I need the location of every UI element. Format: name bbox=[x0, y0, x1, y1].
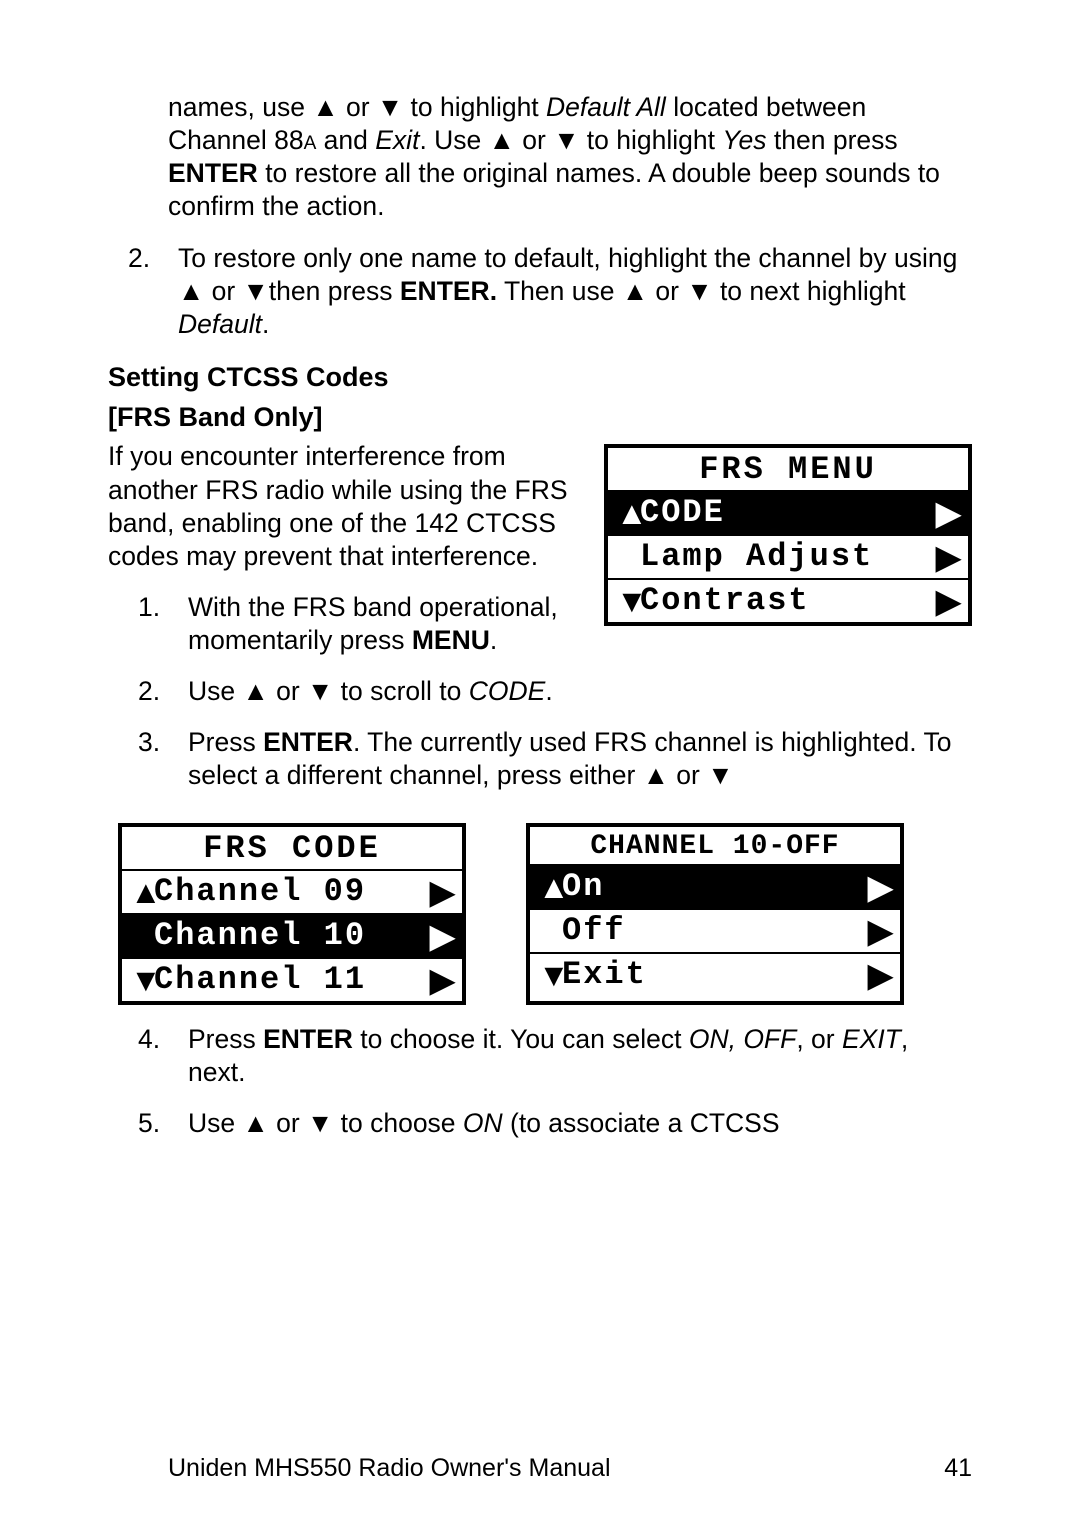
triangle-down-icon: ▼ bbox=[538, 955, 562, 995]
triangle-down-icon: ▼ bbox=[377, 92, 403, 122]
triangle-right-icon: ▶ bbox=[868, 955, 892, 995]
list-number: 3. bbox=[138, 726, 188, 792]
triangle-right-icon: ▶ bbox=[936, 537, 960, 577]
para-1: names, use ▲ or ▼ to highlight Default A… bbox=[168, 91, 972, 224]
list-item-2: 2. To restore only one name to default, … bbox=[108, 242, 972, 341]
triangle-up-icon: ▲ bbox=[178, 276, 204, 306]
menu-row: ▼ Channel 11 ▶ bbox=[122, 957, 462, 1001]
triangle-up-icon: ▲ bbox=[622, 276, 648, 306]
triangle-right-icon: ▶ bbox=[936, 493, 960, 533]
step-4: 4. Press ENTER to choose it. You can sel… bbox=[108, 1023, 972, 1089]
menu-row-off: Off ▶ bbox=[530, 908, 900, 952]
triangle-right-icon: ▶ bbox=[868, 911, 892, 951]
triangle-right-icon: ▶ bbox=[936, 581, 960, 621]
section-ctcss: FRS MENU ▲ CODE ▶ Lamp Adjust ▶ ▼ Contra… bbox=[108, 440, 972, 792]
list-number: 5. bbox=[138, 1107, 188, 1140]
triangle-up-icon: ▲ bbox=[243, 676, 269, 706]
menu-row-lamp: Lamp Adjust ▶ bbox=[608, 534, 968, 578]
triangle-down-icon: ▼ bbox=[553, 125, 579, 155]
step-1: 1. With the FRS band operational, moment… bbox=[108, 591, 586, 657]
menu-row-selected: Channel 10 ▶ bbox=[122, 913, 462, 957]
triangle-right-icon: ▶ bbox=[430, 960, 454, 1000]
screen-channel-10: CHANNEL 10-OFF ▲ On ▶ Off ▶ ▼ Exit ▶ bbox=[526, 823, 904, 1005]
triangle-up-icon: ▲ bbox=[130, 872, 154, 912]
menu-row: ▲ Channel 09 ▶ bbox=[122, 869, 462, 913]
screens-row: FRS CODE ▲ Channel 09 ▶ Channel 10 ▶ ▼ C… bbox=[118, 823, 972, 1005]
footer-title: Uniden MHS550 Radio Owner's Manual bbox=[168, 1453, 611, 1484]
continuation-paragraph: names, use ▲ or ▼ to highlight Default A… bbox=[168, 91, 972, 224]
triangle-down-icon: ▼ bbox=[616, 581, 640, 621]
triangle-down-icon: ▼ bbox=[686, 276, 712, 306]
list-number: 2. bbox=[138, 675, 188, 708]
triangle-up-icon: ▲ bbox=[616, 493, 640, 533]
heading-frs-band: [FRS Band Only] bbox=[108, 401, 972, 435]
triangle-right-icon: ▶ bbox=[868, 867, 892, 907]
triangle-right-icon: ▶ bbox=[430, 872, 454, 912]
triangle-right-icon: ▶ bbox=[430, 916, 454, 956]
menu-row-code: ▲ CODE ▶ bbox=[608, 490, 968, 534]
triangle-down-icon: ▼ bbox=[307, 1108, 333, 1138]
step-3: 3. Press ENTER. The currently used FRS c… bbox=[108, 726, 972, 792]
page-footer: Uniden MHS550 Radio Owner's Manual 41 bbox=[108, 1453, 972, 1484]
screen-title: FRS MENU bbox=[608, 448, 968, 490]
step-5: 5. Use ▲ or ▼ to choose ON (to associate… bbox=[108, 1107, 972, 1140]
step-2: 2. Use ▲ or ▼ to scroll to CODE. bbox=[108, 675, 972, 708]
triangle-down-icon: ▼ bbox=[707, 760, 733, 790]
heading-ctcss: Setting CTCSS Codes bbox=[108, 361, 972, 395]
triangle-up-icon: ▲ bbox=[489, 125, 515, 155]
menu-row-on: ▲ On ▶ bbox=[530, 864, 900, 908]
menu-row-exit: ▼ Exit ▶ bbox=[530, 952, 900, 996]
triangle-down-icon: ▼ bbox=[130, 960, 154, 1000]
triangle-down-icon: ▼ bbox=[243, 276, 269, 306]
page-number: 41 bbox=[944, 1453, 972, 1484]
triangle-down-icon: ▼ bbox=[307, 676, 333, 706]
triangle-up-icon: ▲ bbox=[538, 867, 562, 907]
list-number: 1. bbox=[138, 591, 188, 657]
screen-frs-code: FRS CODE ▲ Channel 09 ▶ Channel 10 ▶ ▼ C… bbox=[118, 823, 466, 1005]
list-number: 2. bbox=[128, 242, 178, 341]
screen-frs-menu: FRS MENU ▲ CODE ▶ Lamp Adjust ▶ ▼ Contra… bbox=[604, 444, 972, 626]
list-number: 4. bbox=[138, 1023, 188, 1089]
screen-title: CHANNEL 10-OFF bbox=[530, 827, 900, 864]
screen-title: FRS CODE bbox=[122, 827, 462, 869]
triangle-up-icon: ▲ bbox=[312, 92, 338, 122]
triangle-up-icon: ▲ bbox=[643, 760, 669, 790]
menu-row-contrast: ▼ Contrast ▶ bbox=[608, 578, 968, 622]
triangle-up-icon: ▲ bbox=[243, 1108, 269, 1138]
